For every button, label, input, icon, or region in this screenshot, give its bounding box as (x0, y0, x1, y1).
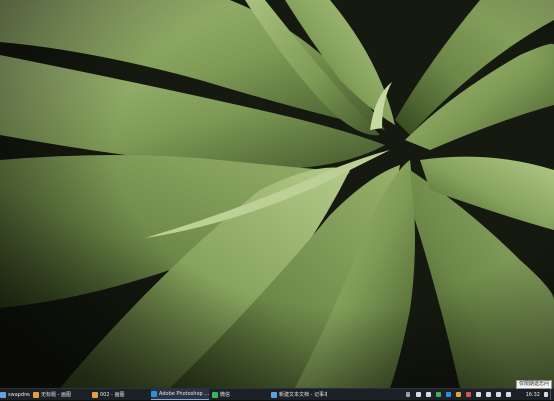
input-method-icon[interactable] (496, 392, 501, 397)
show-desktop-button[interactable] (550, 389, 554, 400)
paint-icon (92, 391, 98, 398)
network-icon[interactable] (486, 392, 491, 397)
notification-icon[interactable] (544, 392, 548, 397)
keyboard-icon[interactable] (506, 392, 511, 397)
app-icon (0, 391, 6, 398)
taskbar-item-label: swapdream... (8, 391, 30, 398)
paint-icon (33, 391, 39, 398)
wifi-icon[interactable] (416, 392, 421, 397)
taskbar-item-wechat[interactable]: 微信 (212, 389, 268, 400)
taskbar-item-label: 新建文本文档 - 记事本 (279, 391, 327, 398)
taskbar-item-label: 002 - 画图 (100, 391, 125, 398)
clock-time[interactable]: 16:32 (526, 389, 540, 401)
tray-app-icon[interactable] (456, 392, 461, 397)
volume-icon[interactable] (426, 392, 431, 397)
tray-app-icon[interactable] (446, 392, 451, 397)
tray-app-icon[interactable] (436, 392, 441, 397)
wechat-icon (212, 391, 218, 398)
taskbar-item-notepad[interactable]: 新建文本文档 - 记事本 (271, 389, 327, 400)
tray-expand-icon[interactable] (406, 392, 410, 397)
battery-icon[interactable] (476, 392, 481, 397)
taskbar-item-label: 微信 (220, 391, 231, 398)
taskbar-item-paint-untitled[interactable]: 无标题 - 画图 (33, 389, 88, 400)
tray-app-icon[interactable] (466, 392, 471, 397)
desktop-wallpaper-succulent (0, 0, 554, 388)
taskbar-item-label: Adobe Photoshop ... (159, 391, 209, 397)
taskbar-item-photoshop[interactable]: Adobe Photoshop ... (151, 389, 209, 400)
notepad-icon (271, 391, 277, 398)
taskbar-item-swapdream[interactable]: swapdream... (0, 389, 30, 400)
taskbar-item-paint-002[interactable]: 002 - 画图 (92, 389, 148, 400)
photoshop-icon (151, 391, 157, 397)
taskbar: swapdream... 无标题 - 画图 002 - 画图 Adobe Pho… (0, 388, 554, 400)
taskbar-item-label: 无标题 - 画图 (41, 391, 71, 398)
tray-tooltip: 仅限期遗忘问 (515, 380, 552, 389)
